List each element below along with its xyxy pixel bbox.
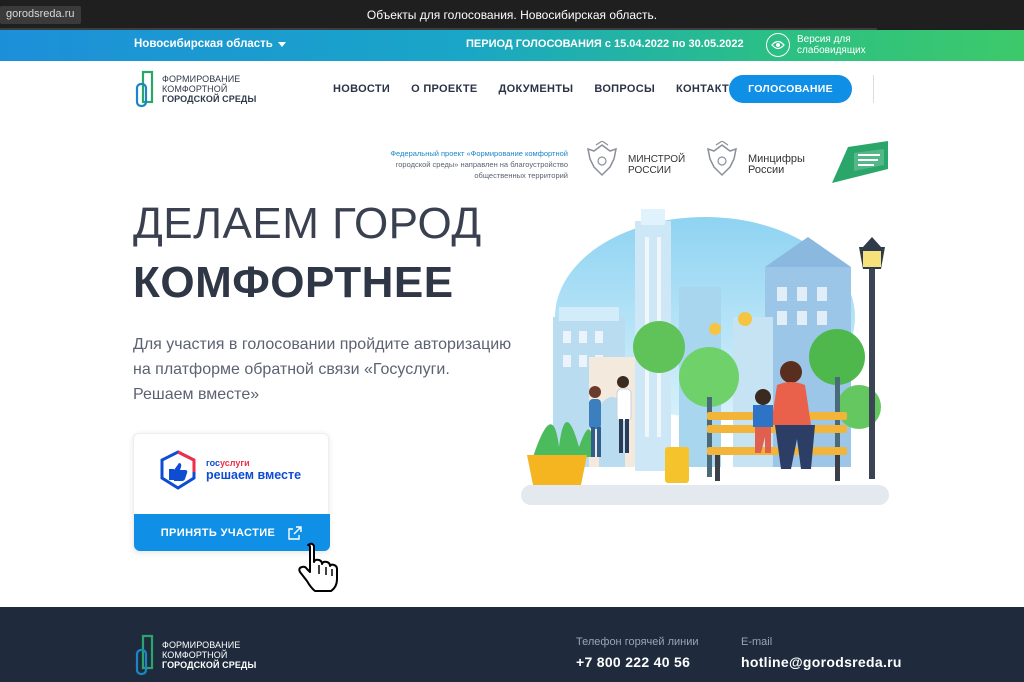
eye-icon: [766, 33, 790, 57]
nav-divider: [873, 75, 874, 103]
nav-item-news[interactable]: НОВОСТИ: [333, 83, 390, 95]
minstroy-line1: МИНСТРОЙ: [628, 154, 686, 165]
hand-cursor-icon: [298, 542, 338, 592]
footer-logo-line1: Формирование: [162, 640, 241, 650]
logo-line1: Формирование: [162, 74, 241, 84]
mincifry-label: Минцифры России: [748, 154, 805, 176]
email-label: E-mail: [741, 636, 773, 648]
gosuslugi-brand-line: решаем вместе: [206, 468, 302, 482]
external-link-icon: [288, 525, 302, 540]
footer-logo-line2: комфортной: [162, 650, 228, 660]
hero-title-line2: КОМФОРТНЕЕ: [133, 258, 454, 307]
gos-prefix: гос: [206, 458, 221, 468]
gos-suffix: услуги: [220, 458, 250, 468]
coat-of-arms-icon: [707, 141, 737, 177]
minstroy-line2: РОССИИ: [628, 165, 672, 176]
site-logo[interactable]: Формирование комфортной городской среды: [134, 70, 256, 108]
period-label: ПЕРИОД ГОЛОСОВАНИЯ: [466, 38, 602, 50]
federal-line2: городской среды» направлен на благоустро…: [395, 160, 568, 169]
logo-line3: городской среды: [162, 94, 257, 104]
nav-item-documents[interactable]: ДОКУМЕНТЫ: [498, 83, 573, 95]
accessibility-label: Версия для слабовидящих: [797, 34, 877, 56]
logo-text: Формирование комфортной городской среды: [162, 74, 256, 104]
participate-label: ПРИНЯТЬ УЧАСТИЕ: [160, 526, 276, 539]
gosuslugi-card: госуслуги решаем вместе ПРИНЯТЬ УЧАСТИЕ: [133, 433, 330, 552]
federal-project-text: Федеральный проект «Формирование комфорт…: [360, 148, 568, 181]
region-label: Новосибирская область: [134, 38, 273, 50]
federal-line3: общественных территорий: [474, 171, 568, 180]
region-selector[interactable]: Новосибирская область: [134, 38, 286, 50]
logo-line2: комфортной: [162, 84, 228, 94]
federal-line1: Федеральный проект «Формирование комфорт…: [390, 149, 568, 158]
partners-strip: Федеральный проект «Формирование комфорт…: [360, 141, 890, 190]
accessibility-line2: слабовидящих: [797, 45, 866, 56]
mincifry-line2: России: [748, 164, 785, 176]
city-park-illustration: [521, 209, 889, 505]
coat-of-arms-icon: [587, 141, 617, 177]
logo-icon: [135, 70, 154, 108]
hotline-label: Телефон горячей линии: [576, 636, 699, 648]
vote-button[interactable]: ГОЛОСОВАНИЕ: [729, 75, 852, 103]
email-link[interactable]: hotline@gorodsreda.ru: [741, 654, 902, 670]
accessibility-toggle[interactable]: Версия для слабовидящих: [766, 33, 877, 57]
browser-page-title: Объекты для голосования. Новосибирская о…: [366, 8, 658, 22]
nav-menu: НОВОСТИ О ПРОЕКТЕ ДОКУМЕНТЫ ВОПРОСЫ КОНТ…: [333, 83, 740, 95]
gosuslugi-logo: госуслуги решаем вместе: [158, 450, 301, 490]
logo-icon: [135, 634, 154, 676]
voting-period: ПЕРИОД ГОЛОСОВАНИЯ с 15.04.2022 по 30.05…: [466, 38, 744, 50]
thumbs-up-icon: [160, 450, 196, 490]
hero-description: Для участия в голосовании пройдите автор…: [133, 336, 512, 403]
period-dates: с 15.04.2022 по 30.05.2022: [604, 38, 744, 50]
chevron-down-icon: [277, 41, 286, 47]
nav-item-about[interactable]: О ПРОЕКТЕ: [411, 83, 477, 95]
main-navbar: Формирование комфортной городской среды …: [0, 61, 1024, 118]
nav-item-questions[interactable]: ВОПРОСЫ: [594, 83, 655, 95]
national-projects-logo: [832, 141, 888, 183]
gosuslugi-word: госуслуги: [206, 458, 301, 468]
footer-logo-line3: городской среды: [162, 660, 257, 670]
hotline-phone[interactable]: +7 800 222 40 56: [576, 654, 690, 670]
minstroy-label: МИНСТРОЙ РОССИИ: [628, 154, 685, 176]
hero-title-line1: ДЕЛАЕМ ГОРОД: [133, 199, 482, 248]
footer-logo-text: Формирование комфортной городской среды: [162, 640, 256, 670]
footer-logo[interactable]: Формирование комфортной городской среды: [134, 634, 256, 676]
accessibility-line1: Версия для: [797, 34, 851, 45]
browser-tab-bar: gorodsreda.ru Объекты для голосования. Н…: [0, 0, 1024, 30]
site-footer: Формирование комфортной городской среды …: [0, 607, 1024, 682]
top-info-band: Новосибирская область ПЕРИОД ГОЛОСОВАНИЯ…: [0, 30, 1024, 61]
